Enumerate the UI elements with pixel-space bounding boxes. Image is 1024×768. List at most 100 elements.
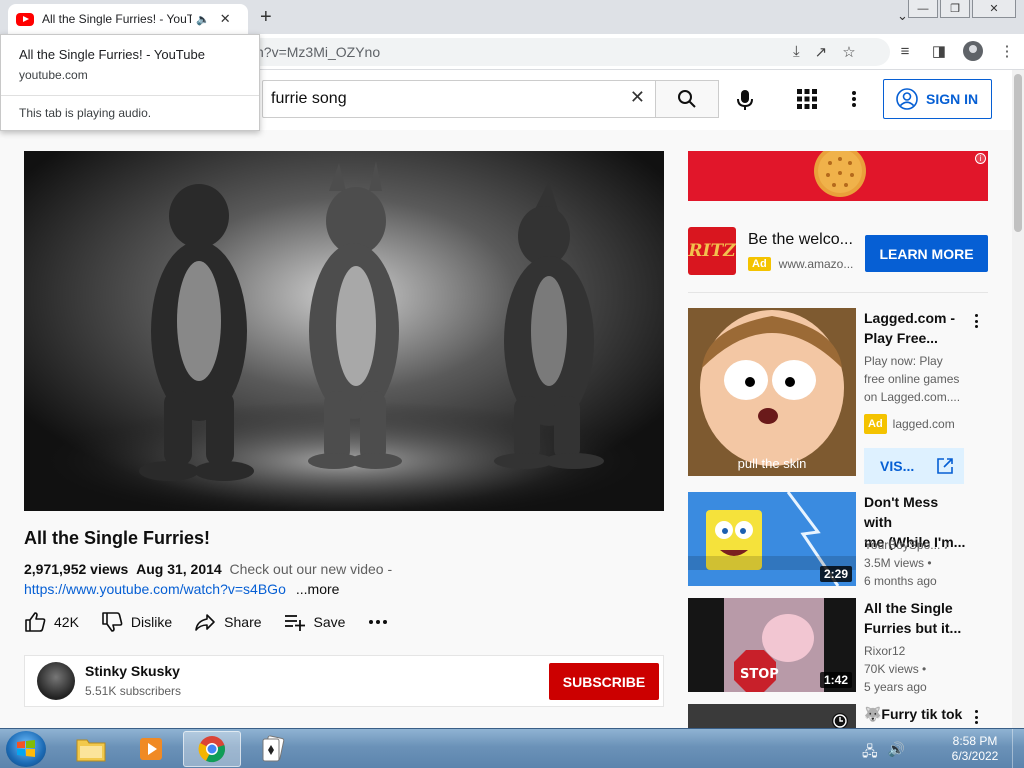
- rec-views: 3.5M views •: [864, 556, 932, 570]
- like-button[interactable]: 42K: [24, 611, 79, 633]
- address-bar[interactable]: h?v=Mz3Mi_OZYno: [190, 38, 890, 66]
- search-button[interactable]: [655, 80, 719, 118]
- ritz-logo-text: RITZ: [688, 241, 736, 261]
- address-url: h?v=Mz3Mi_OZYno: [256, 44, 381, 60]
- chrome-icon: [198, 736, 225, 763]
- rec-thumbnail-spongebob[interactable]: 2:29: [688, 492, 856, 586]
- minimize-button[interactable]: —: [908, 0, 938, 18]
- new-tab-icon[interactable]: +: [260, 6, 272, 29]
- microphone-icon: [737, 90, 753, 110]
- learn-more-button[interactable]: LEARN MORE: [865, 235, 988, 272]
- install-icon[interactable]: ⤓: [793, 43, 800, 61]
- settings-kebab-icon[interactable]: [846, 88, 862, 110]
- maximize-button[interactable]: ❐: [940, 0, 970, 18]
- show-desktop-button[interactable]: [1012, 729, 1024, 768]
- windows-taskbar: 🖧 🔊 8:58 PM 6/3/2022: [0, 728, 1024, 768]
- channel-name[interactable]: Stinky Skusky: [85, 663, 180, 679]
- volume-icon[interactable]: 🔊: [888, 741, 905, 765]
- cartoon-face-image: [688, 308, 856, 476]
- more-horizontal-icon: [369, 620, 388, 624]
- rec-views: 70K views •: [864, 662, 927, 676]
- ad-badge: Ad: [748, 257, 771, 271]
- share-arrow-icon: [195, 614, 215, 631]
- clock-time: 8:58 PM: [952, 734, 998, 748]
- profile-avatar-icon[interactable]: [963, 41, 983, 61]
- ritz-logo: RITZ: [688, 227, 736, 275]
- dislike-label: Dislike: [130, 614, 173, 630]
- browser-tabstrip: All the Single Furries! - YouTu 🔈 ✕ + ⌄ …: [0, 0, 1024, 34]
- taskbar-solitaire[interactable]: [244, 731, 302, 767]
- rec-more-icon[interactable]: [970, 708, 982, 726]
- sign-in-button[interactable]: SIGN IN: [883, 79, 992, 119]
- description-snippet: Check out our new video -: [229, 561, 393, 577]
- browser-extension-icons: ≡ ◨ ⋮: [895, 41, 1017, 61]
- external-link-icon: [937, 458, 954, 474]
- video-description[interactable]: 2,971,952 views Aug 31, 2014 Check out o…: [24, 561, 392, 577]
- search-input[interactable]: furrie song ✕: [262, 80, 656, 118]
- rec-desc-line: Play now: Play: [864, 354, 943, 368]
- page-scrollbar[interactable]: [1012, 70, 1024, 728]
- media-player-icon: [140, 738, 162, 760]
- clear-search-icon[interactable]: ✕: [630, 87, 645, 108]
- browser-menu-icon[interactable]: ⋮: [997, 41, 1017, 61]
- rec-more-icon[interactable]: [970, 312, 982, 330]
- rec-meta-spongebob: YourBoySpo... ♪ 3.5M views • 6 months ag…: [864, 536, 964, 590]
- visit-label: VIS...: [880, 458, 915, 474]
- ad-info-icon[interactable]: i: [975, 153, 986, 164]
- rec-channel[interactable]: YourBoySpo... ♪: [864, 536, 964, 554]
- channel-avatar[interactable]: [37, 662, 75, 700]
- chevron-down-icon[interactable]: ⌄: [897, 8, 908, 24]
- video-player[interactable]: [24, 151, 664, 511]
- tab-title: All the Single Furries! - YouTu: [42, 12, 192, 26]
- show-more-link[interactable]: ...more: [296, 581, 340, 597]
- save-label: Save: [313, 614, 346, 630]
- taskbar-media-player[interactable]: [122, 731, 180, 767]
- rec-title-tiktok[interactable]: 🐺Furry tik tok: [864, 704, 968, 728]
- description-link[interactable]: https://www.youtube.com/watch?v=s4BGo: [24, 581, 286, 597]
- rec-title-line: Lagged.com -: [864, 310, 956, 326]
- taskbar-clock[interactable]: 8:58 PM 6/3/2022: [940, 734, 1010, 764]
- rec-title-line: Furries but it...: [864, 620, 962, 636]
- share-button[interactable]: Share: [194, 611, 262, 633]
- rec-title-furries[interactable]: All the Single Furries but it...: [864, 598, 968, 638]
- dislike-button[interactable]: Dislike: [101, 611, 172, 633]
- taskbar-chrome[interactable]: [183, 731, 241, 767]
- subscriber-count: 5.51K subscribers: [85, 684, 182, 698]
- side-panel-icon[interactable]: ◨: [929, 41, 949, 61]
- rec-title-line: 🐺Furry tik tok: [864, 706, 963, 722]
- subscribe-button[interactable]: SUBSCRIBE: [549, 663, 659, 700]
- window-controls: — ❐ ✕: [908, 0, 1016, 18]
- start-button[interactable]: [6, 731, 46, 767]
- apps-grid-icon[interactable]: [796, 88, 818, 110]
- voice-search-button[interactable]: [730, 86, 760, 114]
- close-window-button[interactable]: ✕: [972, 0, 1016, 18]
- visit-site-button[interactable]: VIS...: [864, 448, 964, 484]
- save-button[interactable]: Save: [284, 611, 346, 633]
- rec-thumbnail-tiktok[interactable]: [688, 704, 856, 728]
- more-actions-button[interactable]: [367, 611, 389, 633]
- rec-title-lagged[interactable]: Lagged.com - Play Free...: [864, 308, 968, 348]
- taskbar-file-explorer[interactable]: [62, 731, 120, 767]
- rec-channel[interactable]: Rixor12: [864, 642, 964, 660]
- media-control-icon[interactable]: ≡: [895, 41, 915, 61]
- video-duration: 2:29: [819, 566, 852, 582]
- watch-later-icon[interactable]: [688, 704, 856, 728]
- music-note-icon: ♪: [943, 538, 950, 552]
- speaker-icon[interactable]: 🔈: [196, 13, 210, 26]
- share-icon[interactable]: ↗: [815, 43, 828, 61]
- browser-tab-youtube[interactable]: All the Single Furries! - YouTu 🔈 ✕: [8, 4, 248, 34]
- sidebar-divider: [688, 292, 988, 293]
- bookmark-star-icon[interactable]: ☆: [842, 43, 855, 61]
- tab-hover-card: All the Single Furries! - YouTube youtub…: [0, 34, 260, 131]
- scrollbar-thumb[interactable]: [1014, 74, 1022, 232]
- rec-desc-line: on Lagged.com....: [864, 390, 961, 404]
- ad-title[interactable]: Be the welco...: [748, 231, 853, 249]
- account-circle-icon: [896, 88, 918, 110]
- network-icon[interactable]: 🖧: [862, 741, 878, 765]
- rec-thumbnail-furries[interactable]: STOP 1:42: [688, 598, 856, 692]
- svg-text:STOP: STOP: [740, 667, 779, 682]
- rec-thumbnail-lagged[interactable]: pull the skin: [688, 308, 856, 476]
- banner-ad[interactable]: i: [688, 151, 988, 201]
- tab-close-icon[interactable]: ✕: [220, 11, 231, 27]
- rec-title-line: Play Free...: [864, 330, 938, 346]
